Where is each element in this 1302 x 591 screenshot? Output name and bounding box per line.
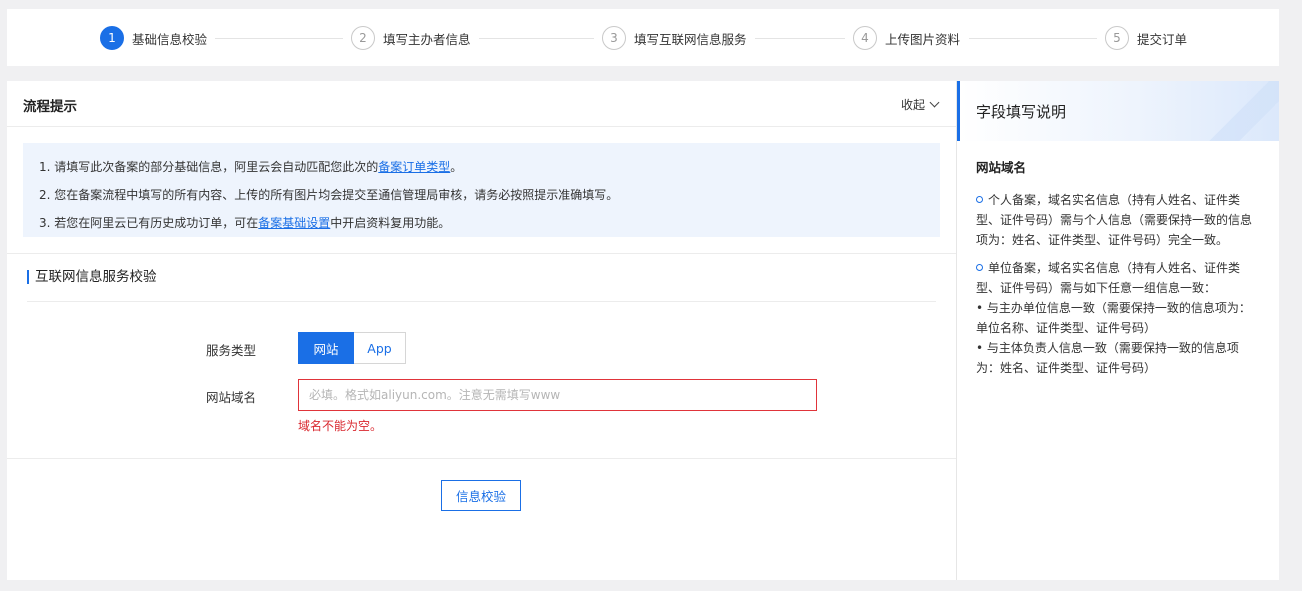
help-bullet-1: • 与主办单位信息一致（需要保持一致的信息项为：单位名称、证件类型、证件号码） [976,301,1251,335]
help-text: 单位备案，域名实名信息（持有人姓名、证件类型、证件号码）需与如下任意一组信息一致… [976,261,1241,295]
collapse-label: 收起 [900,98,925,112]
step-number: 1 [100,26,124,50]
step-number: 3 [602,26,626,50]
step-label: 上传图片资料 [885,31,961,47]
service-type-website-button[interactable]: 网站 [298,332,354,364]
step-label: 填写互联网信息服务 [634,31,747,47]
header-decoration [1209,81,1279,141]
basic-settings-link[interactable]: 备案基础设置 [258,216,330,230]
step-3: 3 填写互联网信息服务 [602,26,747,50]
chevron-down-icon [929,97,940,108]
flow-notice: 1. 请填写此次备案的部分基础信息，阿里云会自动匹配您此次的备案订单类型。 2.… [23,143,940,237]
step-connector [215,38,343,39]
help-header: 字段填写说明 [957,81,1279,141]
help-paragraph-1: 个人备案，域名实名信息（持有人姓名、证件类型、证件号码）需与个人信息（需要保持一… [976,190,1261,250]
flow-header: 流程提示 收起 [7,81,956,127]
step-connector [479,38,594,39]
step-connector [755,38,845,39]
domain-input[interactable] [298,379,817,411]
order-type-link[interactable]: 备案订单类型 [378,160,450,174]
notice-text: 。 [450,160,463,174]
domain-label: 网站域名 [206,390,257,405]
step-connector [969,38,1097,39]
verify-button[interactable]: 信息校验 [441,480,521,511]
divider [7,253,956,254]
domain-error-text: 域名不能为空。 [298,419,383,433]
step-label: 基础信息校验 [132,31,208,47]
flow-title: 流程提示 [23,99,77,115]
divider [27,301,936,302]
notice-line-1: 1. 请填写此次备案的部分基础信息，阿里云会自动匹配您此次的备案订单类型。 [39,153,940,181]
step-label: 填写主办者信息 [383,31,471,47]
step-label: 提交订单 [1137,31,1188,47]
collapse-toggle[interactable]: 收起 [900,96,940,113]
notice-text: 3. 若您在阿里云已有历史成功订单，可在 [39,216,259,230]
step-2: 2 填写主办者信息 [351,26,471,50]
section-title: 互联网信息服务校验 [27,270,157,284]
help-paragraph-2: 单位备案，域名实名信息（持有人姓名、证件类型、证件号码）需与如下任意一组信息一致… [976,258,1261,298]
notice-text: 1. 请填写此次备案的部分基础信息，阿里云会自动匹配您此次的 [39,160,379,174]
help-body: 网站域名 个人备案，域名实名信息（持有人姓名、证件类型、证件号码）需与个人信息（… [957,141,1279,378]
step-4: 4 上传图片资料 [853,26,960,50]
service-type-label: 服务类型 [206,343,257,358]
notice-text: 中开启资料复用功能。 [330,216,451,230]
circle-bullet-icon [976,196,983,203]
service-type-selector: 网站 App [298,332,406,364]
help-title: 字段填写说明 [976,103,1067,121]
step-number: 4 [853,26,877,50]
step-number: 5 [1105,26,1129,50]
service-type-app-button[interactable]: App [354,332,406,364]
step-5: 5 提交订单 [1105,26,1187,50]
step-1: 1 基础信息校验 [100,26,207,50]
field-help-panel: 字段填写说明 网站域名 个人备案，域名实名信息（持有人姓名、证件类型、证件号码）… [956,81,1279,580]
help-subtitle: 网站域名 [976,160,1027,175]
notice-line-3: 3. 若您在阿里云已有历史成功订单，可在备案基础设置中开启资料复用功能。 [39,209,940,237]
progress-stepper: 1 基础信息校验 2 填写主办者信息 3 填写互联网信息服务 4 上传图片资料 … [7,9,1279,66]
help-text: 个人备案，域名实名信息（持有人姓名、证件类型、证件号码）需与个人信息（需要保持一… [976,193,1253,247]
notice-line-2: 2. 您在备案流程中填写的所有内容、上传的所有图片均会提交至通信管理局审核，请务… [39,188,619,202]
step-number: 2 [351,26,375,50]
help-bullet-2: • 与主体负责人信息一致（需要保持一致的信息项为：姓名、证件类型、证件号码） [976,341,1239,375]
divider [7,458,956,459]
main-panel: 流程提示 收起 1. 请填写此次备案的部分基础信息，阿里云会自动匹配您此次的备案… [7,81,956,580]
circle-bullet-icon [976,264,983,271]
